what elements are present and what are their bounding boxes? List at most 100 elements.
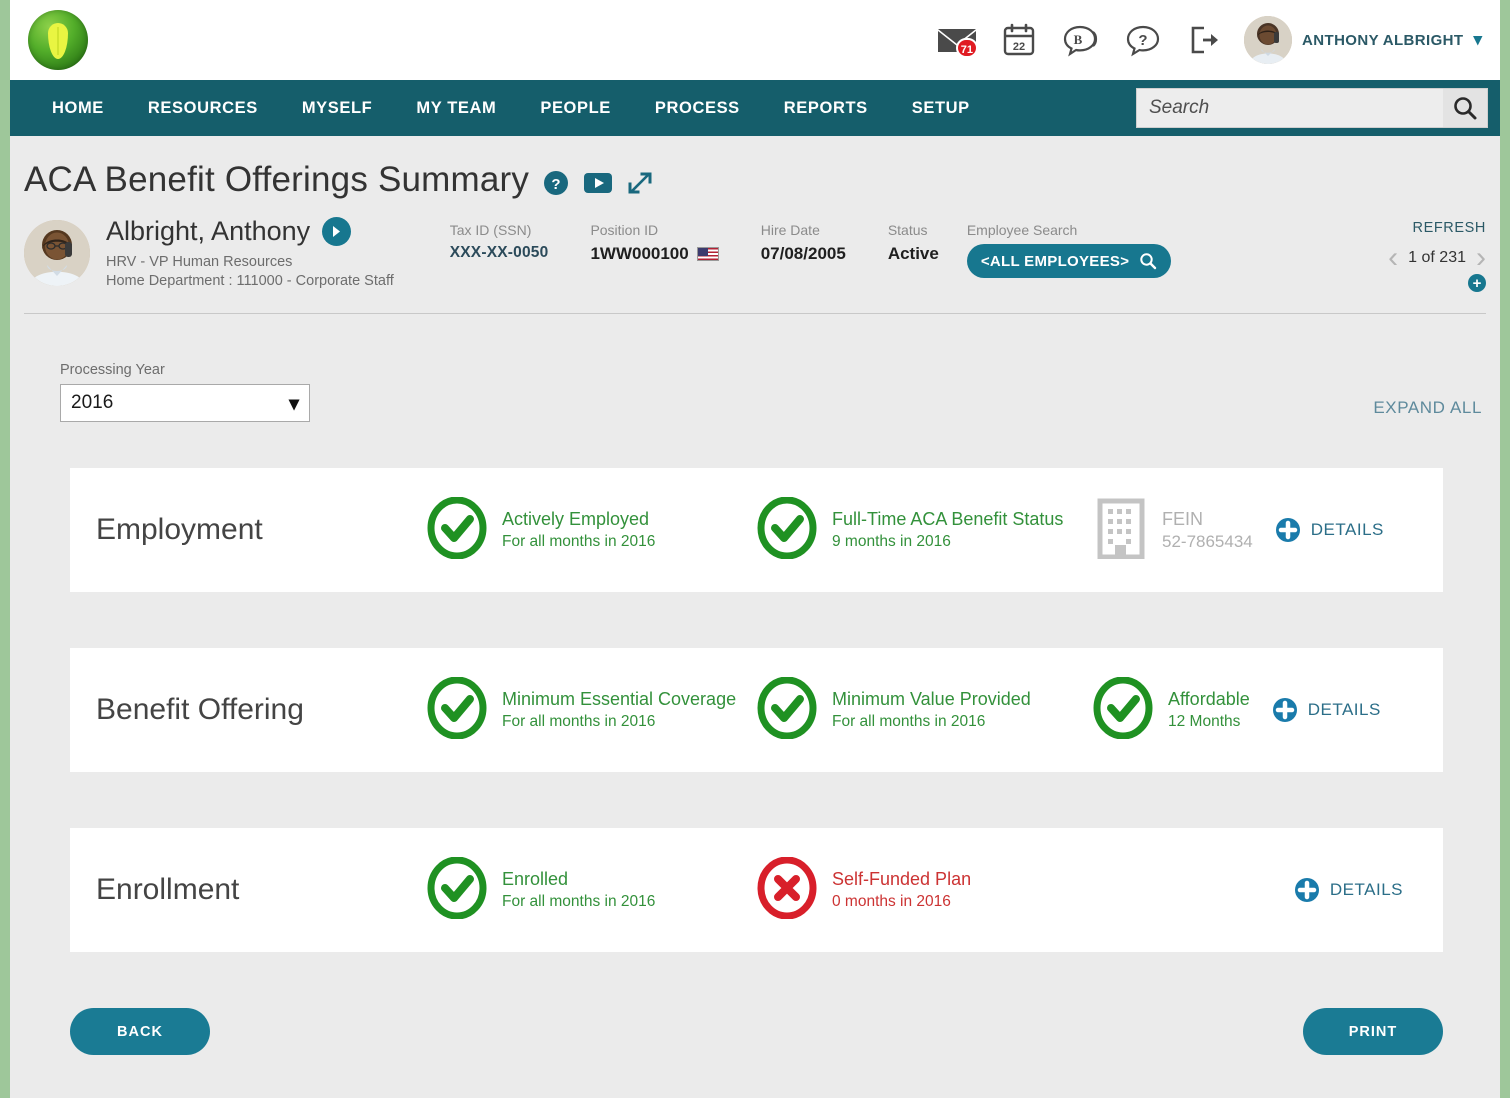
employee-search-button[interactable]: <ALL EMPLOYEES>: [967, 244, 1171, 278]
stat-enrolled-text: Enrolled For all months in 2016: [502, 868, 655, 912]
stat-line1: Minimum Value Provided: [832, 688, 1031, 711]
check-circle-icon: [1092, 677, 1154, 744]
fein-label: FEIN: [1162, 508, 1253, 531]
calendar-icon[interactable]: 22: [988, 12, 1050, 68]
benefit-offering-details-button[interactable]: DETAILS: [1272, 697, 1381, 723]
check-circle-icon: [756, 497, 818, 564]
employee-search-label: Employee Search: [967, 222, 1171, 238]
employee-name-row: Albright, Anthony: [106, 216, 394, 247]
stat-line1: Minimum Essential Coverage: [502, 688, 736, 711]
stat-line2: For all months in 2016: [502, 891, 655, 912]
global-search: [1136, 88, 1488, 128]
stat-full-time-aca: Full-Time ACA Benefit Status 9 months in…: [756, 497, 1092, 564]
stat-line2: 9 months in 2016: [832, 531, 1063, 552]
employee-photo: [24, 220, 90, 286]
field-position-id-label: Position ID: [590, 222, 718, 238]
nav-item-my-team[interactable]: MY TEAM: [394, 99, 518, 118]
page-title: ACA Benefit Offerings Summary: [24, 160, 529, 200]
x-circle-icon: [756, 857, 818, 924]
chevron-down-icon[interactable]: ▾: [1473, 30, 1482, 50]
nav-item-reports[interactable]: REPORTS: [762, 99, 890, 118]
nav-item-resources[interactable]: RESOURCES: [126, 99, 280, 118]
expand-all-button[interactable]: EXPAND ALL: [1373, 398, 1482, 422]
search-input[interactable]: [1137, 89, 1443, 127]
employee-name: Albright, Anthony: [106, 216, 310, 247]
stat-fein: FEIN 52-7865434: [1092, 497, 1253, 564]
nav-items: HOME RESOURCES MYSELF MY TEAM PEOPLE PRO…: [10, 99, 992, 118]
card-enrollment-title: Enrollment: [96, 873, 426, 907]
page-title-row: ACA Benefit Offerings Summary ?: [10, 136, 1500, 200]
nav-item-people[interactable]: PEOPLE: [518, 99, 633, 118]
benefits-chat-icon[interactable]: B: [1050, 12, 1112, 68]
user-menu[interactable]: ANTHONY ALBRIGHT ▾: [1244, 16, 1482, 64]
back-button[interactable]: BACK: [70, 1008, 210, 1055]
field-tax-id: Tax ID (SSN) XXX-XX-0050: [450, 222, 591, 278]
svg-text:?: ?: [1138, 32, 1147, 49]
enrollment-details-button[interactable]: DETAILS: [1294, 877, 1403, 903]
building-icon: [1092, 497, 1150, 564]
field-tax-id-label: Tax ID (SSN): [450, 222, 549, 238]
field-position-id-value-row: 1WW000100: [590, 244, 718, 264]
controls-row: Processing Year 2016 ▾ EXPAND ALL: [10, 314, 1500, 422]
processing-year-value: 2016: [71, 392, 113, 414]
employment-details-button[interactable]: DETAILS: [1275, 517, 1384, 543]
field-hire-date-label: Hire Date: [761, 222, 846, 238]
user-name: ANTHONY ALBRIGHT: [1302, 32, 1463, 49]
us-flag-icon: [697, 247, 719, 261]
add-icon[interactable]: +: [1468, 274, 1486, 292]
employee-identity: Albright, Anthony HRV - VP Human Resourc…: [106, 216, 394, 291]
svg-text:?: ?: [552, 176, 561, 193]
employee-job-title: HRV - VP Human Resources: [106, 253, 394, 272]
refresh-button[interactable]: REFRESH: [1388, 220, 1486, 236]
stat-enrolled: Enrolled For all months in 2016: [426, 857, 756, 924]
employee-detail-arrow-icon[interactable]: [322, 217, 351, 246]
check-circle-icon: [756, 677, 818, 744]
employee-header: Albright, Anthony HRV - VP Human Resourc…: [24, 216, 1486, 314]
stat-line2: For all months in 2016: [832, 711, 1031, 732]
top-bar-actions: 71 22 B ?: [926, 12, 1500, 68]
details-label: DETAILS: [1308, 700, 1381, 720]
nav-item-home[interactable]: HOME: [30, 99, 126, 118]
stat-line2: For all months in 2016: [502, 711, 736, 732]
stat-actively-employed-text: Actively Employed For all months in 2016: [502, 508, 655, 552]
video-icon[interactable]: [583, 171, 613, 195]
search-button[interactable]: [1443, 89, 1487, 127]
nav-item-process[interactable]: PROCESS: [633, 99, 762, 118]
card-benefit-offering-title: Benefit Offering: [96, 693, 426, 727]
nav-item-setup[interactable]: SETUP: [890, 99, 992, 118]
pager-next-icon[interactable]: ›: [1476, 248, 1486, 268]
leaf-logo[interactable]: [28, 10, 88, 70]
stat-full-time-aca-text: Full-Time ACA Benefit Status 9 months in…: [832, 508, 1063, 552]
help-icon[interactable]: ?: [543, 170, 569, 196]
chevron-down-icon: ▾: [289, 391, 299, 416]
fein-value: 52-7865434: [1162, 531, 1253, 552]
top-bar: 71 22 B ?: [10, 0, 1500, 80]
employee-fields: Tax ID (SSN) XXX-XX-0050 Position ID 1WW…: [450, 222, 1172, 278]
mail-icon[interactable]: 71: [926, 12, 988, 68]
processing-year-select[interactable]: 2016 ▾: [60, 384, 310, 422]
field-status: Status Active: [888, 222, 967, 278]
stat-minimum-value-provided: Minimum Value Provided For all months in…: [756, 677, 1092, 744]
field-hire-date: Hire Date 07/08/2005: [761, 222, 888, 278]
card-employment: Employment Actively Employed For all mon…: [70, 468, 1443, 592]
field-status-label: Status: [888, 222, 939, 238]
main-nav: HOME RESOURCES MYSELF MY TEAM PEOPLE PRO…: [10, 80, 1500, 136]
details-label: DETAILS: [1330, 880, 1403, 900]
plus-circle-icon: [1275, 517, 1301, 543]
print-button[interactable]: PRINT: [1303, 1008, 1443, 1055]
details-label: DETAILS: [1311, 520, 1384, 540]
stat-mvp-text: Minimum Value Provided For all months in…: [832, 688, 1031, 732]
pager-prev-icon[interactable]: ‹: [1388, 248, 1398, 268]
stat-line2: For all months in 2016: [502, 531, 655, 552]
field-hire-date-value: 07/08/2005: [761, 244, 846, 264]
stat-line1: Actively Employed: [502, 508, 655, 531]
stat-line1: Enrolled: [502, 868, 655, 891]
help-chat-icon[interactable]: ?: [1112, 12, 1174, 68]
card-enrollment: Enrollment Enrolled For all months in 20…: [70, 828, 1443, 952]
expand-icon[interactable]: [627, 170, 653, 196]
processing-year-group: Processing Year 2016 ▾: [60, 362, 310, 422]
check-circle-icon: [426, 677, 488, 744]
check-circle-icon: [426, 857, 488, 924]
nav-item-myself[interactable]: MYSELF: [280, 99, 395, 118]
logout-icon[interactable]: [1174, 12, 1236, 68]
